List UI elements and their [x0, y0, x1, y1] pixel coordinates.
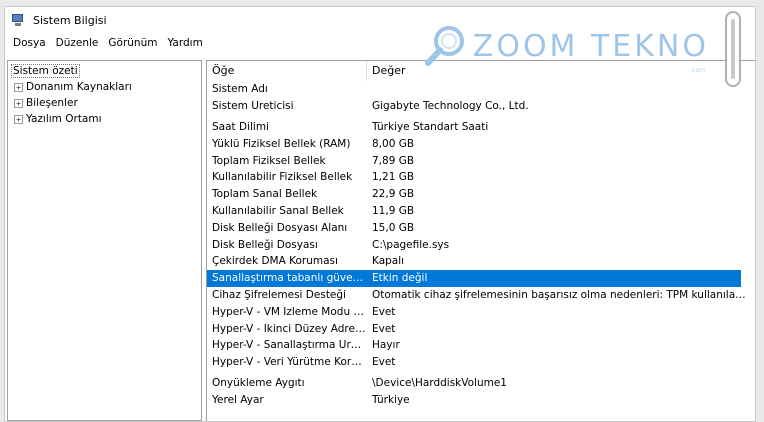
table-row[interactable]: Cihaz Şifrelemesi Desteği Otomatik cihaz…	[207, 287, 755, 304]
table-row[interactable]: Toplam Fiziksel Bellek 7,89 GB	[207, 152, 755, 169]
menu-file[interactable]: Dosya	[9, 37, 50, 49]
window-title: Sistem Bilgisi	[33, 13, 107, 27]
table-row-selected[interactable]: Sanallaştırma tabanlı güvenlik Etkin değ…	[207, 269, 741, 287]
menu-bar: Dosya Düzenle Görünüm Yardım	[5, 33, 755, 53]
tree-item-components[interactable]: + Bileşenler	[8, 95, 201, 111]
table-row[interactable]: Kullanılabilir Sanal Bellek 11,9 GB	[207, 203, 755, 220]
main-content: Sistem özeti + Donanım Kaynakları + Bile…	[5, 60, 755, 421]
expand-icon[interactable]: +	[14, 98, 23, 108]
tree-item-hardware-resources[interactable]: + Donanım Kaynakları	[8, 79, 201, 95]
tree-item-software-environment[interactable]: + Yazılım Ortamı	[8, 111, 201, 127]
title-bar[interactable]: Sistem Bilgisi	[5, 7, 755, 33]
column-header-item[interactable]: Öğe	[207, 61, 367, 81]
system-info-window: Sistem Bilgisi Dosya Düzenle Görünüm Yar…	[4, 6, 756, 422]
menu-view[interactable]: Görünüm	[104, 37, 161, 49]
table-row[interactable]: Hyper-V - Veri Yürütme Korum... Evet	[207, 354, 755, 371]
grid-header: Öğe Değer	[207, 61, 755, 81]
table-row[interactable]: Önyükleme Aygıtı \Device\HarddiskVolume1	[207, 375, 755, 392]
table-row[interactable]: Hyper-V - VM İzleme Modu Uz... Evet	[207, 303, 755, 320]
menu-edit[interactable]: Düzenle	[52, 37, 103, 49]
table-row[interactable]: Sistem Adı	[207, 81, 755, 98]
expand-icon[interactable]: +	[14, 114, 23, 124]
table-row[interactable]: Sistem Üreticisi Gigabyte Technology Co.…	[207, 98, 755, 115]
table-row[interactable]: Kullanılabilir Fiziksel Bellek 1,21 GB	[207, 169, 755, 186]
tree-item-system-summary[interactable]: Sistem özeti	[8, 63, 201, 79]
table-row[interactable]: Disk Belleği Dosyası Alanı 15,0 GB	[207, 219, 755, 236]
expand-icon[interactable]: +	[14, 82, 23, 92]
table-row[interactable]: Hyper-V - İkinci Düzey Adres Ç... Evet	[207, 320, 755, 337]
table-row[interactable]: Hyper-V - Sanallaştırma Üretici ... Hayı…	[207, 337, 755, 354]
scrollbar-icon[interactable]	[725, 11, 741, 87]
column-header-value[interactable]: Değer	[367, 61, 755, 81]
table-row[interactable]: Çekirdek DMA Koruması Kapalı	[207, 253, 755, 270]
category-tree[interactable]: Sistem özeti + Donanım Kaynakları + Bile…	[7, 60, 202, 421]
details-grid[interactable]: Öğe Değer Sistem Adı Sistem Üreticisi Gi…	[206, 60, 755, 421]
table-row[interactable]: Disk Belleği Dosyası C:\pagefile.sys	[207, 236, 755, 253]
menu-help[interactable]: Yardım	[163, 37, 206, 49]
system-info-app-icon	[11, 13, 25, 27]
table-row[interactable]: Toplam Sanal Bellek 22,9 GB	[207, 186, 755, 203]
table-row[interactable]: Yüklü Fiziksel Bellek (RAM) 8,00 GB	[207, 135, 755, 152]
table-row[interactable]: Yerel Ayar Türkiye	[207, 391, 755, 408]
table-row[interactable]: Saat Dilimi Türkiye Standart Saati	[207, 119, 755, 136]
